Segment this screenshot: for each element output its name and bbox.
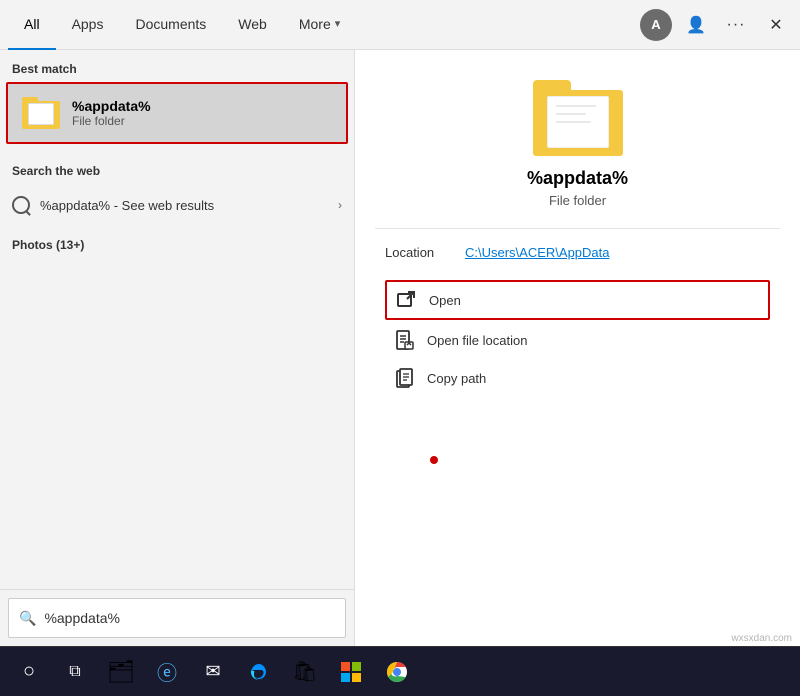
open-icon (397, 290, 417, 310)
taskbar-edge-btn[interactable] (238, 651, 280, 693)
main-content: Best match %appdata% File folder Search … (0, 50, 800, 646)
best-match-label: Best match (0, 50, 354, 82)
copy-path-icon (395, 368, 415, 388)
best-match-type: File folder (72, 114, 151, 128)
taskbar-app1-icon (340, 661, 362, 683)
open-label: Open (429, 293, 461, 308)
location-value[interactable]: C:\Users\ACER\AppData (465, 245, 610, 260)
taskbar-app1-btn[interactable] (330, 651, 372, 693)
best-match-text: %appdata% File folder (72, 98, 151, 128)
copy-path-label: Copy path (427, 371, 486, 386)
photos-section: Photos (13+) (0, 226, 354, 264)
taskbar-store-icon: 🛍 (292, 659, 317, 684)
more-options-btn[interactable]: ··· (720, 9, 752, 41)
person-icon-btn[interactable]: 👤 (680, 9, 712, 41)
folder-icon (20, 92, 62, 134)
taskbar-edge-icon (248, 661, 270, 683)
tab-documents[interactable]: Documents (119, 0, 222, 50)
search-input[interactable] (44, 610, 335, 626)
search-web-section: %appdata% - See web results › (0, 184, 354, 226)
right-panel-body (375, 396, 780, 626)
location-label: Location (385, 245, 465, 260)
divider (375, 228, 780, 229)
search-web-icon (12, 196, 30, 214)
search-web-label: Search the web (0, 152, 354, 184)
copy-path-action[interactable]: Copy path (385, 360, 770, 396)
search-bar-icon: 🔍 (19, 610, 36, 627)
avatar[interactable]: A (640, 9, 672, 41)
detail-type: File folder (549, 193, 606, 208)
app-container: All Apps Documents Web More ▾ A 👤 ··· ✕ … (0, 0, 800, 696)
best-match-name: %appdata% (72, 98, 151, 114)
nav-bar: All Apps Documents Web More ▾ A 👤 ··· ✕ (0, 0, 800, 50)
taskbar-search-icon: ○ (23, 660, 35, 683)
close-btn[interactable]: ✕ (760, 9, 792, 41)
chevron-right-icon: › (338, 198, 342, 212)
red-dot-indicator (430, 456, 438, 464)
nav-icons: A 👤 ··· ✕ (640, 9, 792, 41)
taskbar-edge-legacy-icon: ⓔ (157, 657, 177, 686)
best-match-item[interactable]: %appdata% File folder (6, 82, 348, 144)
tab-apps[interactable]: Apps (56, 0, 120, 50)
taskbar-explorer-btn[interactable]: 🗂 (100, 651, 142, 693)
taskbar-edge-legacy-btn[interactable]: ⓔ (146, 651, 188, 693)
tab-web[interactable]: Web (222, 0, 283, 50)
taskbar-chrome-btn[interactable] (376, 651, 418, 693)
taskbar-explorer-icon: 🗂 (107, 659, 135, 685)
taskbar: ○ ⧉ 🗂 ⓔ ✉ 🛍 (0, 646, 800, 696)
taskbar-search-btn[interactable]: ○ (8, 651, 50, 693)
watermark: wxsxdan.com (731, 633, 792, 644)
open-file-location-action[interactable]: Open file location (385, 322, 770, 358)
taskbar-mail-icon: ✉ (205, 661, 220, 682)
taskbar-taskview-icon: ⧉ (69, 663, 80, 681)
detail-location: Location C:\Users\ACER\AppData (375, 245, 780, 260)
photos-label: Photos (13+) (0, 234, 354, 260)
search-web-item[interactable]: %appdata% - See web results › (0, 188, 354, 222)
search-web-text: %appdata% - See web results (40, 198, 328, 213)
tab-all[interactable]: All (8, 0, 56, 50)
tab-more[interactable]: More ▾ (283, 0, 356, 50)
left-panel: Best match %appdata% File folder Search … (0, 50, 355, 646)
taskbar-chrome-icon (386, 661, 408, 683)
search-bar: 🔍 (8, 598, 346, 638)
open-file-location-label: Open file location (427, 333, 527, 348)
search-bar-container: 🔍 (0, 589, 354, 646)
taskbar-store-btn[interactable]: 🛍 (284, 651, 326, 693)
file-location-icon (395, 330, 415, 350)
chevron-down-icon: ▾ (335, 17, 341, 30)
taskbar-taskview-btn[interactable]: ⧉ (54, 651, 96, 693)
detail-actions: Open Open file location (375, 280, 780, 396)
open-action[interactable]: Open (385, 280, 770, 320)
detail-folder-icon (533, 80, 623, 156)
taskbar-mail-btn[interactable]: ✉ (192, 651, 234, 693)
detail-name: %appdata% (527, 168, 628, 189)
right-panel: %appdata% File folder Location C:\Users\… (355, 50, 800, 646)
